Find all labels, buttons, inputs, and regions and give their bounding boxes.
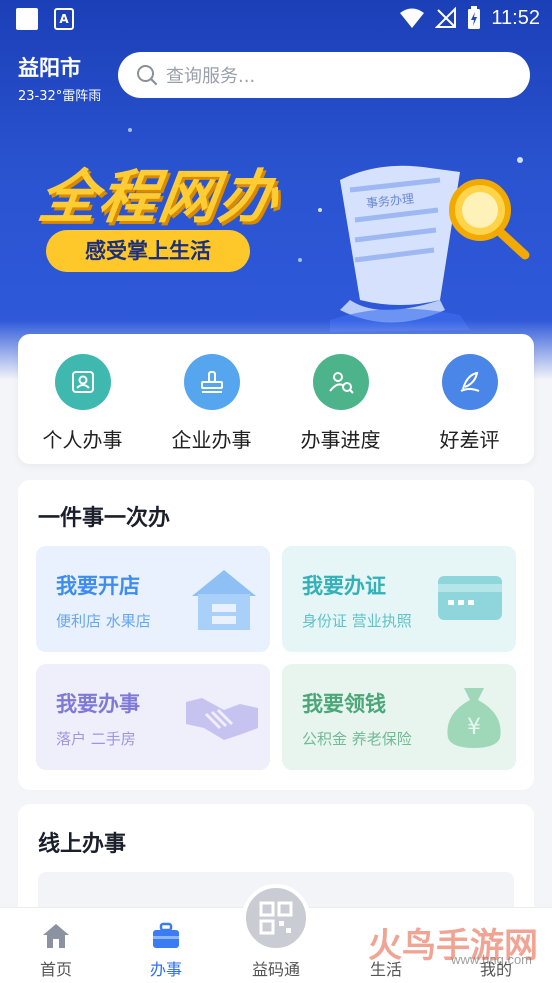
pen-icon <box>441 354 498 410</box>
progress-search-icon <box>312 354 369 410</box>
tab-home[interactable]: 首页 <box>16 920 96 980</box>
search-icon <box>137 65 158 86</box>
search-bar[interactable]: 查询服务... <box>118 52 530 98</box>
tab-affairs[interactable]: 办事 <box>126 920 206 980</box>
quick-rating-label: 好差评 <box>439 428 500 452</box>
banner-title: 全程网办 <box>34 163 285 231</box>
handshake-icon <box>186 698 258 740</box>
quick-progress-label: 办事进度 <box>300 428 381 452</box>
no-signal-icon <box>435 7 457 28</box>
document-scroll-illustration <box>330 165 530 332</box>
quick-personal[interactable]: 个人办事 <box>18 334 147 464</box>
tile-get-money[interactable]: 我要领钱 公积金 养老保险 ¥ <box>282 664 516 770</box>
stamp-icon <box>183 354 240 410</box>
quick-enterprise[interactable]: 企业办事 <box>147 334 276 464</box>
search-placeholder: 查询服务... <box>166 66 256 87</box>
quick-actions: 个人办事 企业办事 办事进度 好差评 <box>18 334 534 464</box>
hero-banner: A 11:52 益阳市 23-32°雷阵雨 查询服务... 全程网办 感受掌上生… <box>0 0 552 380</box>
city-selector[interactable]: 益阳市 23-32°雷阵雨 <box>18 52 101 104</box>
quick-rating[interactable]: 好差评 <box>405 334 534 464</box>
quick-enterprise-label: 企业办事 <box>171 428 252 452</box>
card-icon <box>438 576 502 620</box>
tile-open-store[interactable]: 我要开店 便利店 水果店 <box>36 546 270 652</box>
wifi-icon <box>400 8 425 28</box>
tab-home-label: 首页 <box>39 960 72 979</box>
tab-qr-code-label: 益码通 <box>251 960 300 979</box>
quick-progress[interactable]: 办事进度 <box>276 334 405 464</box>
app-notification-icon: A <box>54 8 74 30</box>
qr-code-icon <box>259 901 293 935</box>
one-thing-section: 一件事一次办 我要开店 便利店 水果店 我要办证 身份证 营业执照 我要办事 落… <box>18 480 534 790</box>
id-card-icon <box>54 354 111 410</box>
qr-code-button[interactable] <box>242 884 310 952</box>
briefcase-icon <box>153 922 179 948</box>
battery-charging-icon <box>468 6 481 29</box>
clock: 11:52 <box>491 6 540 29</box>
status-bar: A 11:52 <box>0 0 552 38</box>
watermark-url: www.hnq.com <box>451 952 532 967</box>
section-title: 线上办事 <box>38 832 127 857</box>
svg-text:¥: ¥ <box>467 715 481 740</box>
tab-affairs-label: 办事 <box>149 960 182 979</box>
home-icon <box>43 924 69 948</box>
banner-subtitle: 感受掌上生活 <box>46 230 250 272</box>
city-name: 益阳市 <box>18 56 81 80</box>
tile-do-business[interactable]: 我要办事 落户 二手房 <box>36 664 270 770</box>
tile-get-license[interactable]: 我要办证 身份证 营业执照 <box>282 546 516 652</box>
money-bag-icon: ¥ <box>447 688 501 748</box>
store-icon <box>192 570 256 630</box>
notification-icon <box>16 8 38 30</box>
section-title: 一件事一次办 <box>38 506 171 531</box>
quick-personal-label: 个人办事 <box>42 428 123 452</box>
